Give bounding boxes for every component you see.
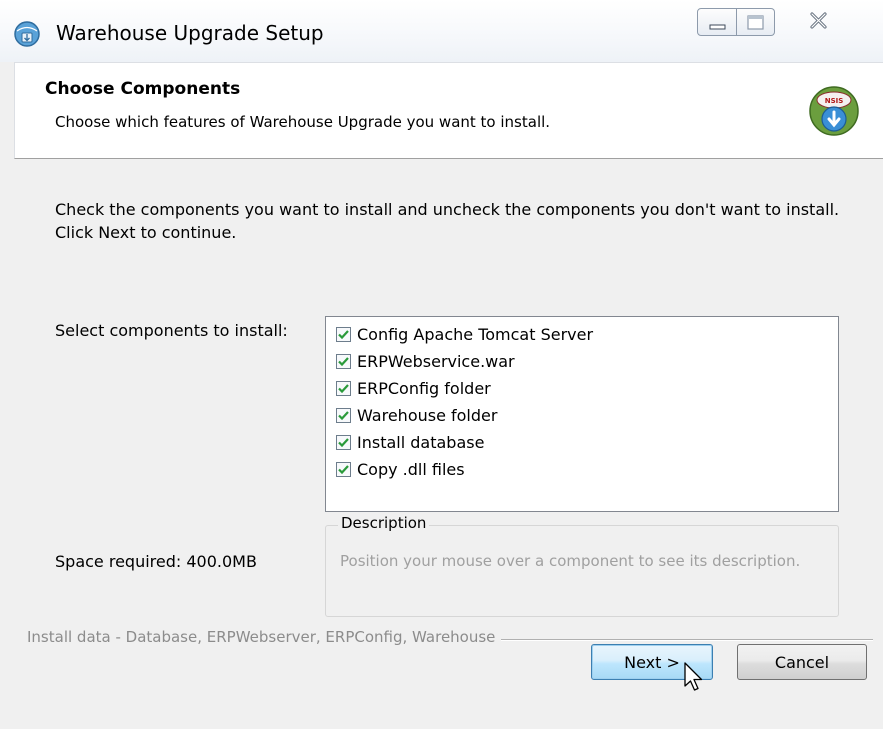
page-title: Choose Components [45,79,241,99]
close-button[interactable] [788,8,848,36]
component-checkbox[interactable] [336,353,351,369]
page-header: Choose Components Choose which features … [14,62,883,159]
installer-window: Warehouse Upgrade Setup Choose Component… [0,0,883,729]
branding-text: Install data - Database, ERPWebserver, E… [27,628,502,646]
description-text: Position your mouse over a component to … [340,552,801,570]
component-checkbox[interactable] [336,461,351,477]
next-button-label: Next > [624,652,680,672]
component-label: Config Apache Tomcat Server [357,324,594,344]
maximize-icon [747,15,764,30]
component-label: Install database [357,432,485,452]
maximize-button[interactable] [737,8,775,36]
checkmark-icon [338,356,349,366]
minimize-button[interactable] [697,8,737,36]
checkmark-icon [338,329,349,339]
component-checkbox[interactable] [336,326,351,342]
cancel-button-label: Cancel [774,652,830,672]
component-label: ERPConfig folder [357,378,491,398]
checkmark-icon [338,383,349,393]
components-list[interactable]: Config Apache Tomcat Server ERPWebservic… [325,316,839,512]
window-title: Warehouse Upgrade Setup [56,21,324,45]
component-label: Copy .dll files [357,459,465,479]
component-checkbox[interactable] [336,380,351,396]
installer-globe-icon [14,21,40,47]
component-item[interactable]: ERPWebservice.war [336,348,515,374]
page-subtitle: Choose which features of Warehouse Upgra… [55,113,551,131]
checkmark-icon [338,410,349,420]
component-item[interactable]: Copy .dll files [336,456,465,482]
cancel-button[interactable]: Cancel [737,644,867,680]
select-components-label: Select components to install: [55,321,288,340]
space-required-text: Space required: 400.0MB [55,552,257,571]
component-item[interactable]: ERPConfig folder [336,375,491,401]
component-item[interactable]: Install database [336,429,484,455]
component-checkbox[interactable] [336,407,351,423]
close-icon [810,12,827,29]
component-item[interactable]: Config Apache Tomcat Server [336,321,593,347]
checkmark-icon [338,437,349,447]
minimize-icon [709,24,726,30]
mouse-pointer-icon [684,662,703,691]
description-legend: Description [338,514,430,532]
instructions-text: Check the components you want to install… [55,200,840,242]
checkmark-icon [338,464,349,474]
nsis-badge-text: NSIS [825,97,844,105]
component-item[interactable]: Warehouse folder [336,402,497,428]
nsis-installer-icon: NSIS [809,86,859,136]
title-bar[interactable]: Warehouse Upgrade Setup [0,0,883,62]
component-label: ERPWebservice.war [357,351,515,371]
component-checkbox[interactable] [336,434,351,450]
component-label: Warehouse folder [357,405,498,425]
